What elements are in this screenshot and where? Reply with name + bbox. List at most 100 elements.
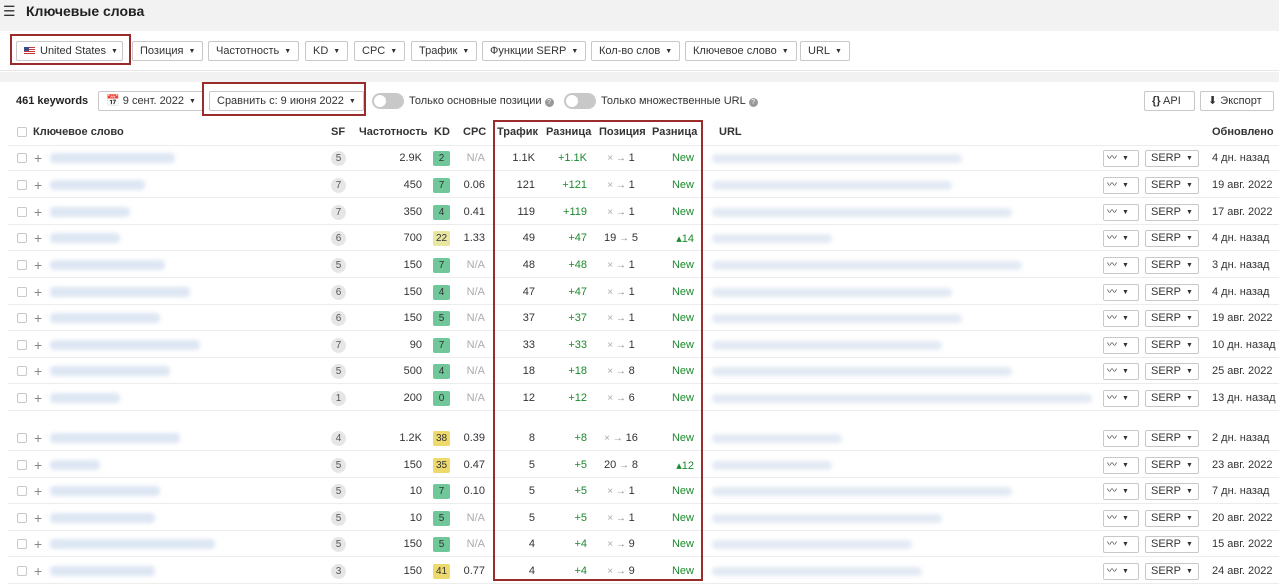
- row-checkbox[interactable]: [17, 366, 27, 376]
- keyword-link[interactable]: [50, 233, 120, 243]
- row-checkbox[interactable]: [17, 566, 27, 576]
- keyword-link[interactable]: [50, 513, 155, 523]
- url-link[interactable]: [712, 540, 912, 549]
- add-keyword-icon[interactable]: +: [34, 311, 42, 325]
- row-checkbox[interactable]: [17, 513, 27, 523]
- url-link[interactable]: [712, 181, 952, 190]
- col-traffic-diff[interactable]: Разница: [546, 126, 591, 138]
- keyword-link[interactable]: [50, 393, 120, 403]
- menu-icon[interactable]: ☰: [3, 3, 16, 20]
- chart-button[interactable]: 〰 ▼: [1103, 257, 1139, 274]
- export-button[interactable]: ⬇ Экспорт: [1200, 91, 1274, 111]
- url-link[interactable]: [712, 341, 942, 350]
- row-checkbox[interactable]: [17, 393, 27, 403]
- url-link[interactable]: [712, 208, 1012, 217]
- url-link[interactable]: [712, 434, 842, 443]
- url-link[interactable]: [712, 234, 832, 243]
- serp-button[interactable]: SERP ▼: [1145, 337, 1199, 354]
- keyword-link[interactable]: [50, 460, 100, 470]
- serp-button[interactable]: SERP ▼: [1145, 150, 1199, 167]
- keyword-link[interactable]: [50, 486, 160, 496]
- col-position[interactable]: Позиция: [599, 126, 646, 138]
- url-link[interactable]: [712, 567, 922, 576]
- chart-button[interactable]: 〰 ▼: [1103, 483, 1139, 500]
- traffic-filter[interactable]: Трафик ▼: [411, 41, 478, 61]
- keyword-link[interactable]: [50, 340, 200, 350]
- chart-button[interactable]: 〰 ▼: [1103, 150, 1139, 167]
- serp-button[interactable]: SERP ▼: [1145, 457, 1199, 474]
- url-link[interactable]: [712, 154, 962, 163]
- select-all-checkbox[interactable]: [17, 127, 27, 137]
- chart-button[interactable]: 〰 ▼: [1103, 284, 1139, 301]
- col-position-diff[interactable]: Разница: [652, 126, 697, 138]
- keyword-link[interactable]: [50, 207, 130, 217]
- chart-button[interactable]: 〰 ▼: [1103, 563, 1139, 580]
- row-checkbox[interactable]: [17, 207, 27, 217]
- chart-button[interactable]: 〰 ▼: [1103, 177, 1139, 194]
- row-checkbox[interactable]: [17, 539, 27, 549]
- add-keyword-icon[interactable]: +: [34, 151, 42, 165]
- row-checkbox[interactable]: [17, 486, 27, 496]
- chart-button[interactable]: 〰 ▼: [1103, 390, 1139, 407]
- chart-button[interactable]: 〰 ▼: [1103, 337, 1139, 354]
- api-button[interactable]: {} API: [1144, 91, 1195, 111]
- word-count-filter[interactable]: Кол-во слов ▼: [591, 41, 681, 61]
- row-checkbox[interactable]: [17, 180, 27, 190]
- row-checkbox[interactable]: [17, 433, 27, 443]
- keyword-filter[interactable]: Ключевое слово ▼: [685, 41, 797, 61]
- row-checkbox[interactable]: [17, 340, 27, 350]
- url-link[interactable]: [712, 314, 962, 323]
- keyword-link[interactable]: [50, 433, 180, 443]
- url-link[interactable]: [712, 394, 1092, 403]
- row-checkbox[interactable]: [17, 287, 27, 297]
- cpc-filter[interactable]: CPC ▼: [354, 41, 406, 61]
- serp-button[interactable]: SERP ▼: [1145, 390, 1199, 407]
- col-keyword[interactable]: Ключевое слово: [33, 126, 124, 138]
- col-url[interactable]: URL: [719, 126, 742, 138]
- position-filter[interactable]: Позиция ▼: [132, 41, 204, 61]
- add-keyword-icon[interactable]: +: [34, 205, 42, 219]
- add-keyword-icon[interactable]: +: [34, 391, 42, 405]
- url-link[interactable]: [712, 261, 1022, 270]
- keyword-link[interactable]: [50, 566, 155, 576]
- keyword-link[interactable]: [50, 539, 215, 549]
- keyword-link[interactable]: [50, 153, 175, 163]
- row-checkbox[interactable]: [17, 313, 27, 323]
- compare-date-picker[interactable]: Сравнить с: 9 июня 2022 ▼: [209, 91, 364, 111]
- keyword-link[interactable]: [50, 287, 190, 297]
- url-link[interactable]: [712, 461, 832, 470]
- keyword-link[interactable]: [50, 366, 170, 376]
- chart-button[interactable]: 〰 ▼: [1103, 230, 1139, 247]
- add-keyword-icon[interactable]: +: [34, 364, 42, 378]
- col-volume[interactable]: Частотность: [359, 126, 428, 138]
- col-sf[interactable]: SF: [331, 126, 345, 138]
- chart-button[interactable]: 〰 ▼: [1103, 204, 1139, 221]
- col-kd[interactable]: KD: [434, 126, 450, 138]
- multiple-urls-toggle[interactable]: [564, 93, 596, 109]
- serp-button[interactable]: SERP ▼: [1145, 230, 1199, 247]
- add-keyword-icon[interactable]: +: [34, 537, 42, 551]
- help-icon[interactable]: ?: [748, 98, 758, 107]
- keyword-link[interactable]: [50, 260, 165, 270]
- col-updated[interactable]: Обновлено: [1212, 126, 1274, 138]
- add-keyword-icon[interactable]: +: [34, 484, 42, 498]
- chart-button[interactable]: 〰 ▼: [1103, 510, 1139, 527]
- add-keyword-icon[interactable]: +: [34, 258, 42, 272]
- col-traffic[interactable]: Трафик: [497, 126, 538, 138]
- serp-button[interactable]: SERP ▼: [1145, 430, 1199, 447]
- serp-button[interactable]: SERP ▼: [1145, 204, 1199, 221]
- volume-filter[interactable]: Частотность ▼: [208, 41, 300, 61]
- url-link[interactable]: [712, 487, 1012, 496]
- serp-button[interactable]: SERP ▼: [1145, 310, 1199, 327]
- row-checkbox[interactable]: [17, 233, 27, 243]
- serp-button[interactable]: SERP ▼: [1145, 284, 1199, 301]
- date-picker[interactable]: 📅 9 сент. 2022 ▼: [98, 91, 204, 111]
- country-filter[interactable]: United States ▼: [16, 41, 123, 61]
- main-positions-toggle[interactable]: [372, 93, 404, 109]
- serp-button[interactable]: SERP ▼: [1145, 510, 1199, 527]
- add-keyword-icon[interactable]: +: [34, 458, 42, 472]
- url-link[interactable]: [712, 514, 942, 523]
- url-filter[interactable]: URL ▼: [800, 41, 850, 61]
- keyword-link[interactable]: [50, 313, 160, 323]
- serp-button[interactable]: SERP ▼: [1145, 177, 1199, 194]
